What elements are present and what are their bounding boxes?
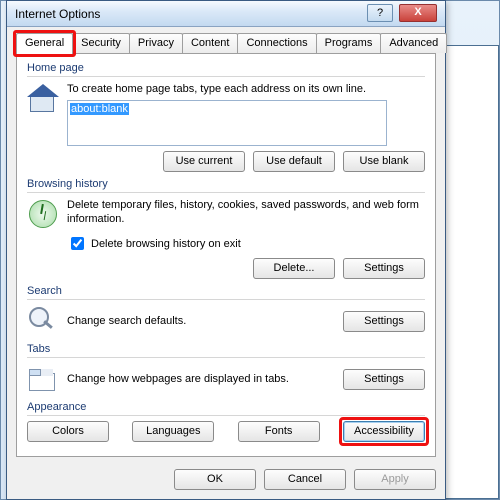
group-label: Home page: [27, 62, 425, 74]
delete-on-exit-label: Delete browsing history on exit: [91, 238, 241, 250]
group-label: Tabs: [27, 343, 425, 355]
tab-general[interactable]: General: [16, 33, 73, 55]
use-blank-button[interactable]: Use blank: [343, 151, 425, 172]
appearance-group: Appearance Colors Languages Fonts Access…: [27, 401, 425, 442]
tabs-desc: Change how webpages are displayed in tab…: [67, 372, 335, 386]
delete-on-exit-input[interactable]: [71, 237, 84, 250]
home-page-value: about:blank: [70, 103, 129, 115]
languages-button[interactable]: Languages: [132, 421, 214, 442]
home-page-desc: To create home page tabs, type each addr…: [67, 82, 425, 96]
tabs-settings-button[interactable]: Settings: [343, 369, 425, 390]
delete-on-exit-checkbox[interactable]: Delete browsing history on exit: [67, 234, 425, 253]
tab-strip: General Security Privacy Content Connect…: [16, 33, 436, 53]
dialog-button-row: OK Cancel Apply: [16, 469, 436, 490]
home-page-input[interactable]: about:blank: [67, 100, 387, 146]
use-current-button[interactable]: Use current: [163, 151, 245, 172]
help-button[interactable]: ?: [367, 4, 393, 22]
group-label: Browsing history: [27, 178, 425, 190]
tab-label: General: [25, 37, 64, 49]
tab-content[interactable]: Content: [182, 33, 239, 53]
titlebar: Internet Options ? X: [7, 1, 445, 27]
tab-security[interactable]: Security: [72, 33, 130, 53]
search-desc: Change search defaults.: [67, 314, 335, 328]
group-label: Appearance: [27, 401, 425, 413]
fonts-button[interactable]: Fonts: [238, 421, 320, 442]
colors-button[interactable]: Colors: [27, 421, 109, 442]
search-settings-button[interactable]: Settings: [343, 311, 425, 332]
tab-connections[interactable]: Connections: [237, 33, 316, 53]
history-icon: [27, 198, 59, 230]
accessibility-button[interactable]: Accessibility: [343, 421, 425, 442]
close-button[interactable]: X: [399, 4, 437, 22]
tabs-icon: [27, 363, 59, 395]
tab-privacy[interactable]: Privacy: [129, 33, 183, 53]
general-panel: Home page To create home page tabs, type…: [16, 53, 436, 457]
history-settings-button[interactable]: Settings: [343, 258, 425, 279]
tab-advanced[interactable]: Advanced: [380, 33, 447, 53]
search-icon: [27, 305, 59, 337]
internet-options-dialog: Internet Options ? X General Security Pr…: [6, 0, 446, 500]
home-page-group: Home page To create home page tabs, type…: [27, 62, 425, 172]
search-group: Search Change search defaults. Settings: [27, 285, 425, 337]
history-desc: Delete temporary files, history, cookies…: [67, 198, 425, 226]
tabs-group: Tabs Change how webpages are displayed i…: [27, 343, 425, 395]
apply-button[interactable]: Apply: [354, 469, 436, 490]
dialog-title: Internet Options: [15, 7, 100, 21]
use-default-button[interactable]: Use default: [253, 151, 335, 172]
group-label: Search: [27, 285, 425, 297]
browsing-history-group: Browsing history Delete temporary files,…: [27, 178, 425, 279]
history-delete-button[interactable]: Delete...: [253, 258, 335, 279]
ok-button[interactable]: OK: [174, 469, 256, 490]
home-icon: [27, 82, 59, 114]
tab-programs[interactable]: Programs: [316, 33, 382, 53]
cancel-button[interactable]: Cancel: [264, 469, 346, 490]
